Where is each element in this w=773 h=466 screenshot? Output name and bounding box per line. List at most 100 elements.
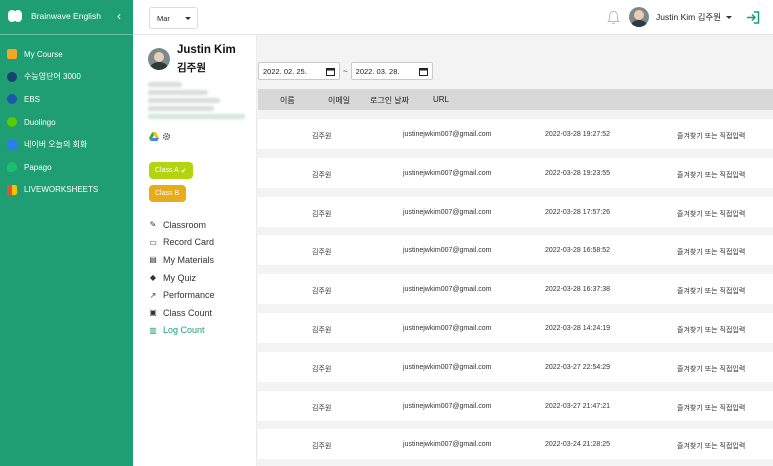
calendar-icon[interactable] <box>418 67 428 76</box>
brand[interactable]: Brainwave English ‹ <box>0 0 133 32</box>
class-a-badge[interactable]: Class A ✔ <box>149 162 193 179</box>
card-icon: ▭ <box>149 237 157 247</box>
cell-login-time: 2022-03-28 16:37:38 <box>545 286 610 294</box>
google-drive-icon[interactable] <box>149 132 159 141</box>
profile-menu: ✎ Classroom ▭ Record Card ▤ My Materials… <box>148 216 215 340</box>
cell-name: 김주원 <box>312 249 332 257</box>
image-icon: ▣ <box>149 308 157 318</box>
cell-email: justinejwkim007@gmail.com <box>403 441 492 449</box>
profile-name-ko: 김주원 <box>177 62 206 74</box>
redacted-info <box>148 82 245 124</box>
brainwave-logo-icon <box>8 10 23 22</box>
folder-icon: ▤ <box>149 255 157 265</box>
papago-icon <box>7 162 17 173</box>
cell-url: 즐겨찾기 또는 직접입력 <box>677 365 746 373</box>
table-row: 김주원 justinejwkim007@gmail.com 2022-03-28… <box>258 157 773 188</box>
menu-item-log-count[interactable]: ▥ Log Count <box>148 322 215 340</box>
cell-login-time: 2022-03-28 19:23:55 <box>545 169 610 177</box>
logout-icon[interactable] <box>746 11 760 24</box>
sidebar-item-my-course[interactable]: My Course <box>0 43 133 66</box>
menu-item-my-materials[interactable]: ▤ My Materials <box>148 251 215 269</box>
cell-name: 김주원 <box>312 404 332 412</box>
avatar <box>148 48 170 70</box>
column-header-url: URL <box>433 95 450 104</box>
sidebar-item-papago[interactable]: Papago <box>0 156 133 179</box>
menu-item-label: Classroom <box>163 219 207 230</box>
chart-bar-icon: ▥ <box>149 325 157 335</box>
cell-email: justinejwkim007@gmail.com <box>403 247 492 255</box>
column-header-name: 이름 <box>280 96 295 105</box>
sidebar-item-label: 수능영단어 3000 <box>24 72 81 82</box>
cell-email: justinejwkim007@gmail.com <box>403 402 492 410</box>
cell-email: justinejwkim007@gmail.com <box>403 363 492 371</box>
menu-item-record-card[interactable]: ▭ Record Card <box>148 234 215 252</box>
calendar-icon[interactable] <box>326 67 335 76</box>
table-row: 김주원 justinejwkim007@gmail.com 2022-03-27… <box>258 390 773 421</box>
menu-item-label: Record Card <box>163 237 215 248</box>
menu-item-label: My Materials <box>163 254 215 265</box>
menu-item-label: Performance <box>163 290 215 301</box>
cell-login-time: 2022-03-24 21:28:25 <box>545 441 610 449</box>
conversation-icon <box>7 139 17 150</box>
profile-name-en: Justin Kim <box>177 44 236 56</box>
sidebar-divider <box>0 34 133 35</box>
cell-name: 김주원 <box>312 133 332 140</box>
column-header-email: 이메일 <box>328 96 351 105</box>
graduation-cap-icon: ◆ <box>149 273 157 283</box>
chevron-down-icon <box>185 17 191 20</box>
edit-icon: ✎ <box>149 220 157 230</box>
table-header: 이름 이메일 로그인 날짜 URL <box>258 89 773 110</box>
cell-email: justinejwkim007@gmail.com <box>403 169 492 177</box>
sidebar-item-label: LIVEWORKSHEETS <box>24 185 99 195</box>
cell-email: justinejwkim007@gmail.com <box>403 131 492 138</box>
sidebar-item-liveworksheets[interactable]: LIVEWORKSHEETS <box>0 179 133 202</box>
top-header: Mar Justin Kim 김주원 <box>133 0 773 35</box>
sidebar-item-ebs[interactable]: EBS <box>0 88 133 111</box>
start-date-input[interactable]: 2022. 02. 25. <box>258 62 340 80</box>
cell-login-time: 2022-03-28 16:58:52 <box>545 247 610 255</box>
sidebar-item-label: Duolingo <box>24 117 56 127</box>
sidebar-item-naver-conversation[interactable]: 네이버 오늘의 회화 <box>0 133 133 156</box>
cell-url: 즐겨찾기 또는 직접입력 <box>677 288 746 296</box>
table-row: 김주원 justinejwkim007@gmail.com 2022-03-28… <box>258 313 773 343</box>
date-range-filter: 2022. 02. 25. ~ 2022. 03. 28. <box>258 62 433 80</box>
menu-item-my-quiz[interactable]: ◆ My Quiz <box>148 269 215 287</box>
menu-item-classroom[interactable]: ✎ Classroom <box>148 216 215 234</box>
cell-url: 즐겨찾기 또는 직접입력 <box>677 327 746 334</box>
column-header-login-date: 로그인 날짜 <box>370 96 410 105</box>
brand-name: Brainwave English <box>31 11 101 21</box>
sidebar-item-label: 네이버 오늘의 회화 <box>24 140 88 150</box>
class-badge-label: Class B <box>155 190 180 197</box>
gear-icon[interactable] <box>162 132 171 141</box>
menu-item-label: Class Count <box>163 307 213 318</box>
sidebar-item-label: EBS <box>24 94 41 104</box>
month-select[interactable]: Mar <box>149 7 198 29</box>
sidebar-item-duolingo[interactable]: Duolingo <box>0 111 133 134</box>
cell-name: 김주원 <box>312 210 332 218</box>
end-date-input[interactable]: 2022. 03. 28. <box>350 62 433 80</box>
cell-email: justinejwkim007@gmail.com <box>403 208 492 216</box>
cell-name: 김주원 <box>312 365 332 373</box>
cell-email: justinejwkim007@gmail.com <box>403 286 492 294</box>
collapse-sidebar-button[interactable]: ‹ <box>111 9 127 23</box>
menu-item-class-count[interactable]: ▣ Class Count <box>148 304 215 322</box>
menu-item-performance[interactable]: ↗ Performance <box>148 286 215 304</box>
worksheet-icon <box>7 184 17 195</box>
sidebar-item-label: My Course <box>24 49 63 59</box>
cell-login-time: 2022-03-28 17:57:26 <box>545 208 610 216</box>
sidebar-item-label: Papago <box>24 162 52 172</box>
cell-login-time: 2022-03-28 19:27:52 <box>545 131 610 138</box>
menu-item-label: My Quiz <box>163 272 197 283</box>
globe-icon <box>7 71 17 82</box>
class-b-badge[interactable]: Class B <box>149 185 186 202</box>
end-date-value: 2022. 03. 28. <box>355 66 400 76</box>
sidebar-item-vocab-3000[interactable]: 수능영단어 3000 <box>0 66 133 89</box>
table-row: 김주원 justinejwkim007@gmail.com 2022-03-28… <box>258 196 773 227</box>
chart-line-icon: ↗ <box>149 290 157 300</box>
class-badge-label: Class A <box>155 167 179 174</box>
user-menu[interactable]: Justin Kim 김주원 <box>629 7 733 27</box>
bell-icon[interactable] <box>607 10 620 25</box>
log-count-content: 2022. 02. 25. ~ 2022. 03. 28. 이름 이메일 로그인… <box>257 35 773 466</box>
menu-item-label: Log Count <box>163 325 205 336</box>
cell-email: justinejwkim007@gmail.com <box>403 325 492 332</box>
